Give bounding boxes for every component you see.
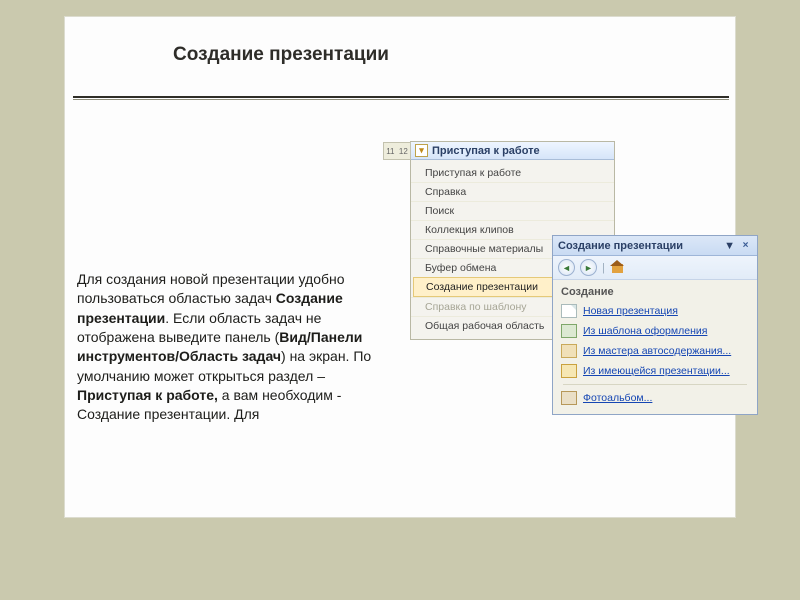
slide: Создание презентации Для создания новой … (64, 16, 736, 518)
ruler-fragment: 11 12 (383, 142, 411, 160)
forward-icon[interactable] (580, 259, 597, 276)
wizard-icon (561, 344, 577, 358)
task-pane-header-label: Приступая к работе (432, 145, 540, 157)
body-paragraph: Для создания новой презентации удобно по… (77, 270, 377, 425)
slide-title: Создание презентации (173, 44, 389, 66)
menu-item[interactable]: Приступая к работе (411, 164, 614, 182)
task-pane-header[interactable]: ▾ Приступая к работе (411, 142, 614, 160)
text-bold: Приступая к работе, (77, 387, 218, 403)
link-from-existing[interactable]: Из имеющейся презентации... (557, 361, 753, 381)
back-icon[interactable] (558, 259, 575, 276)
menu-item[interactable]: Поиск (411, 201, 614, 220)
pane-toolbar: | (553, 256, 757, 280)
create-presentation-pane: Создание презентации ▼ × | Создание Нова… (552, 235, 758, 415)
folder-open-icon (561, 364, 577, 378)
section-heading: Создание (553, 280, 757, 301)
link-photo-album[interactable]: Фотоальбом... (557, 388, 753, 408)
link-new-presentation[interactable]: Новая презентация (557, 301, 753, 321)
menu-item[interactable]: Справка (411, 182, 614, 201)
close-icon[interactable]: × (739, 239, 752, 252)
create-options-list: Новая презентация Из шаблона оформления … (553, 301, 757, 414)
link-from-template[interactable]: Из шаблона оформления (557, 321, 753, 341)
document-icon (561, 304, 577, 318)
title-rule (73, 96, 729, 100)
photo-album-icon (561, 391, 577, 405)
pane-header[interactable]: Создание презентации ▼ × (553, 236, 757, 256)
separator (563, 384, 747, 385)
pane-header-label: Создание презентации (558, 240, 683, 252)
dropdown-icon[interactable]: ▼ (724, 240, 735, 252)
link-from-wizard[interactable]: Из мастера автосодержания... (557, 341, 753, 361)
home-icon[interactable] (610, 261, 625, 274)
template-icon (561, 324, 577, 338)
dropdown-toggle-icon[interactable]: ▾ (415, 144, 428, 157)
